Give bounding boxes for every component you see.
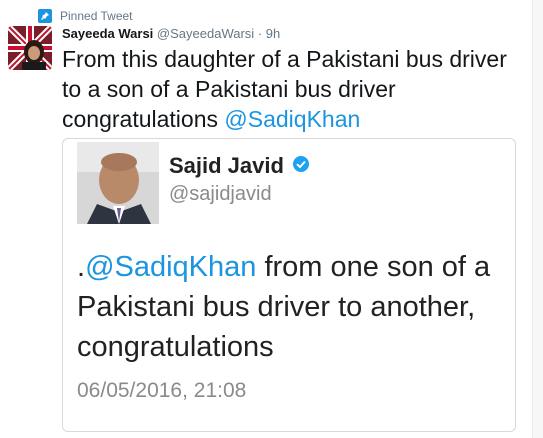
author-name[interactable]: Sayeeda Warsi bbox=[62, 26, 153, 41]
verified-badge-icon bbox=[292, 153, 310, 179]
quoted-name-text: Sajid Javid bbox=[169, 153, 284, 178]
avatar[interactable] bbox=[8, 26, 52, 70]
separator: · bbox=[257, 26, 263, 41]
author-handle[interactable]: @SayeedaWarsi bbox=[157, 26, 254, 41]
timestamp[interactable]: 9h bbox=[266, 26, 280, 41]
quoted-mention-link[interactable]: @SadiqKhan bbox=[85, 251, 256, 283]
quoted-text: .@SadiqKhan from one son of a Pakistani … bbox=[77, 247, 507, 367]
quoted-avatar[interactable] bbox=[77, 142, 159, 224]
quoted-date: 06/05/2016, 21:08 bbox=[77, 379, 247, 402]
pin-icon bbox=[38, 9, 52, 23]
quoted-handle[interactable]: @sajidjavid bbox=[169, 183, 272, 206]
tweet-header: Sayeeda Warsi @SayeedaWarsi · 9h bbox=[62, 26, 280, 41]
quoted-text-prefix: . bbox=[77, 251, 86, 283]
mention-link[interactable]: @SadiqKhan bbox=[224, 106, 360, 132]
pinned-label: Pinned Tweet bbox=[60, 9, 133, 23]
pinned-row: Pinned Tweet bbox=[38, 8, 133, 24]
scrollbar[interactable] bbox=[532, 0, 543, 438]
quoted-name[interactable]: Sajid Javid bbox=[169, 153, 310, 179]
quoted-tweet-card[interactable]: Sajid Javid @sajidjavid .@SadiqKhan from… bbox=[62, 138, 516, 432]
tweet-text: From this daughter of a Pakistani bus dr… bbox=[62, 44, 532, 134]
